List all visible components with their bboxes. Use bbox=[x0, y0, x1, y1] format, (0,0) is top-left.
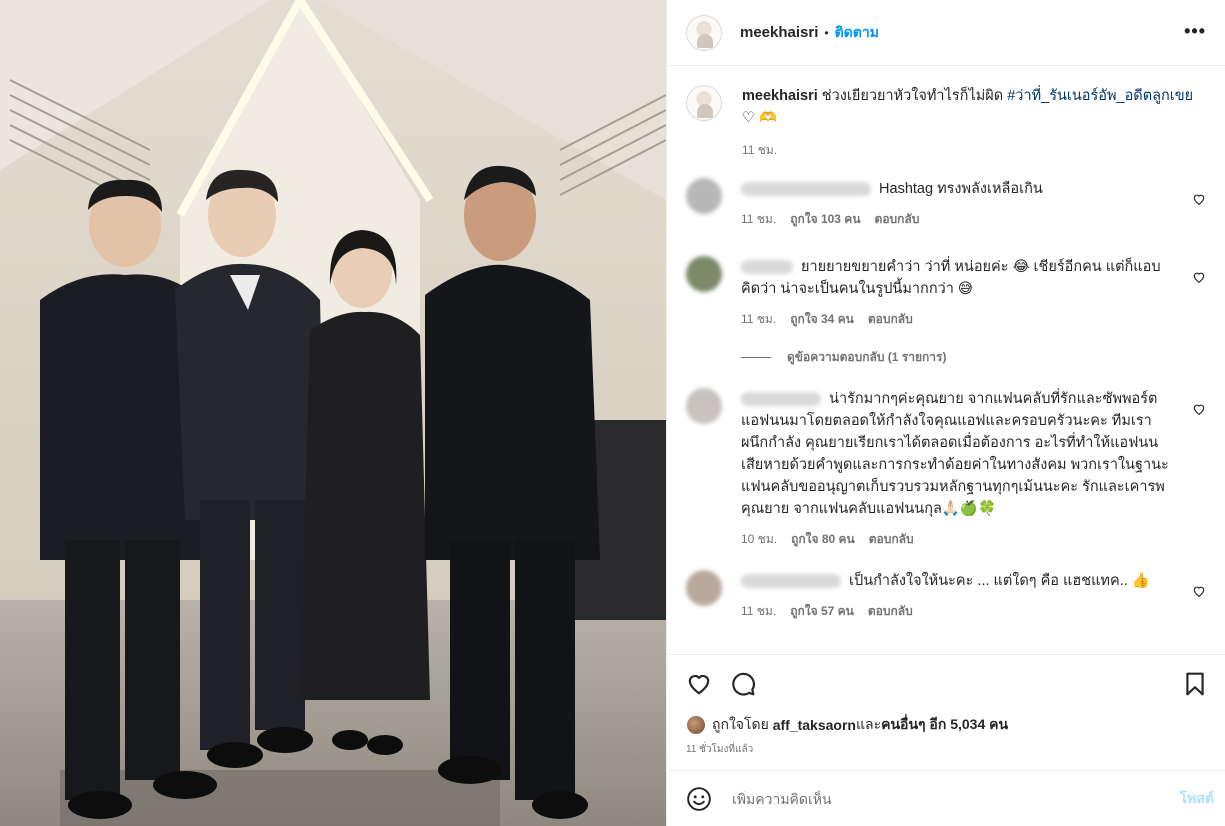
comment-meta: 11 ชม. ถูกใจ 34 คน ตอบกลับ bbox=[741, 310, 1216, 329]
replies-divider bbox=[741, 357, 771, 358]
likes-prefix: ถูกใจโดย bbox=[712, 716, 769, 732]
commenter-username-blurred[interactable] bbox=[741, 182, 871, 197]
comment-item: Hashtag ทรงพลังเหลือเกิน 11 ชม. ถูกใจ 10… bbox=[686, 178, 1216, 229]
caption-text: meekhaisri ช่วงเยียวยาหัวใจทำไรก็ไม่ผิด … bbox=[742, 85, 1206, 129]
comment-text: ยายยายขยายคำว่า ว่าที่ หน่อยค่ะ 😂 เชียร์… bbox=[741, 256, 1171, 300]
author-username[interactable]: meekhaisri bbox=[740, 24, 818, 41]
comment-body: ยายยายขยายคำว่า ว่าที่ หน่อยค่ะ 😂 เชียร์… bbox=[741, 259, 1161, 297]
commenter-avatar[interactable] bbox=[686, 178, 722, 214]
caption-avatar[interactable] bbox=[686, 85, 722, 121]
comment-text: เป็นกำลังใจให้นะคะ ... แต่ใดๆ คือ แฮชแทค… bbox=[741, 570, 1171, 592]
comment-reply-button[interactable]: ตอบกลับ bbox=[868, 310, 913, 329]
comment-text: น่ารักมากๆค่ะคุณยาย จากแฟนคลับที่รักและซ… bbox=[741, 388, 1171, 520]
post-time-ago: 11 ชั่วโมงที่แล้ว bbox=[686, 744, 754, 755]
comment-likes[interactable]: ถูกใจ 103 คน bbox=[790, 210, 860, 229]
action-bar bbox=[667, 654, 1225, 710]
comment-item: เป็นกำลังใจให้นะคะ ... แต่ใดๆ คือ แฮชแทค… bbox=[686, 570, 1216, 621]
comment-icon[interactable] bbox=[730, 671, 756, 697]
emoji-icon[interactable] bbox=[686, 786, 712, 812]
liker-avatar[interactable] bbox=[686, 715, 706, 735]
caption-time: 11 ชม. bbox=[742, 143, 778, 157]
comment-body: เป็นกำลังใจให้นะคะ ... แต่ใดๆ คือ แฮชแทค… bbox=[849, 573, 1150, 589]
commenter-username-blurred[interactable] bbox=[741, 260, 793, 275]
comment-reply-button[interactable]: ตอบกลับ bbox=[875, 210, 920, 229]
comment-reply-button[interactable]: ตอบกลับ bbox=[868, 602, 913, 621]
comment-likes[interactable]: ถูกใจ 80 คน bbox=[791, 530, 855, 549]
caption-body: ช่วงเยียวยาหัวใจทำไรก็ไม่ผิด bbox=[817, 88, 1008, 104]
view-replies-label: ดูข้อความตอบกลับ (1 รายการ) bbox=[787, 350, 947, 364]
heart-icon[interactable] bbox=[686, 671, 712, 697]
comment-meta: 11 ชม. ถูกใจ 57 คน ตอบกลับ bbox=[741, 602, 1216, 621]
post-details-panel: meekhaisri • ติดตาม ••• meekhaisri ช่วงเ… bbox=[666, 0, 1225, 826]
comments-list[interactable]: meekhaisri ช่วงเยียวยาหัวใจทำไรก็ไม่ผิด … bbox=[667, 66, 1225, 654]
post-photo[interactable] bbox=[0, 0, 666, 826]
comment-time: 11 ชม. bbox=[741, 212, 777, 226]
post-header: meekhaisri • ติดตาม ••• bbox=[667, 0, 1225, 66]
comment-likes[interactable]: ถูกใจ 57 คน bbox=[790, 602, 854, 621]
comment-meta: 11 ชม. ถูกใจ 103 คน ตอบกลับ bbox=[741, 210, 1216, 229]
comment-like-icon[interactable] bbox=[1192, 584, 1206, 598]
comment-like-icon[interactable] bbox=[1192, 402, 1206, 416]
comment-reply-button[interactable]: ตอบกลับ bbox=[869, 530, 914, 549]
comment-composer: โพสต์ bbox=[667, 770, 1225, 826]
likes-summary: ถูกใจโดย aff_taksaorn และ คนอื่นๆ อีก 5,0… bbox=[686, 714, 1008, 736]
commenter-avatar[interactable] bbox=[686, 256, 722, 292]
caption-hashtag[interactable]: #ว่าที่_รันเนอร์อัพ_อดีตลูกเขย bbox=[1007, 88, 1193, 104]
likes-middle: และ bbox=[855, 716, 882, 732]
comment-item: ยายยายขยายคำว่า ว่าที่ หน่อยค่ะ 😂 เชียร์… bbox=[686, 256, 1216, 329]
bookmark-icon[interactable] bbox=[1182, 671, 1208, 697]
comment-input[interactable] bbox=[732, 790, 1152, 807]
comment-body: Hashtag ทรงพลังเหลือเกิน bbox=[879, 181, 1043, 197]
commenter-avatar[interactable] bbox=[686, 570, 722, 606]
post-comment-button[interactable]: โพสต์ bbox=[1180, 788, 1214, 810]
comment-likes[interactable]: ถูกใจ 34 คน bbox=[790, 310, 854, 329]
comment-body: น่ารักมากๆค่ะคุณยาย จากแฟนคลับที่รักและซ… bbox=[741, 391, 1169, 517]
comment-text: Hashtag ทรงพลังเหลือเกิน bbox=[741, 178, 1171, 200]
caption-suffix: ♡ 🫶 bbox=[742, 110, 778, 126]
post-caption: meekhaisri ช่วงเยียวยาหัวใจทำไรก็ไม่ผิด … bbox=[686, 85, 1206, 160]
view-replies-button[interactable]: ดูข้อความตอบกลับ (1 รายการ) bbox=[741, 348, 946, 367]
commenter-avatar[interactable] bbox=[686, 388, 722, 424]
header-separator: • bbox=[824, 25, 829, 40]
post-photo-illustration bbox=[0, 0, 666, 826]
caption-username[interactable]: meekhaisri bbox=[742, 88, 818, 104]
comment-time: 10 ชม. bbox=[741, 532, 778, 546]
commenter-username-blurred[interactable] bbox=[741, 392, 821, 407]
comment-item: น่ารักมากๆค่ะคุณยาย จากแฟนคลับที่รักและซ… bbox=[686, 388, 1216, 549]
more-icon[interactable]: ••• bbox=[1184, 22, 1206, 40]
likes-others[interactable]: คนอื่นๆ อีก 5,034 คน bbox=[881, 714, 1008, 736]
author-avatar[interactable] bbox=[686, 14, 722, 51]
comment-like-icon[interactable] bbox=[1192, 192, 1206, 206]
comment-meta: 10 ชม. ถูกใจ 80 คน ตอบกลับ bbox=[741, 530, 1216, 549]
comment-time: 11 ชม. bbox=[741, 312, 777, 326]
comment-like-icon[interactable] bbox=[1192, 270, 1206, 284]
commenter-username-blurred[interactable] bbox=[741, 574, 841, 589]
follow-button[interactable]: ติดตาม bbox=[835, 22, 879, 44]
comment-time: 11 ชม. bbox=[741, 604, 777, 618]
liker-username[interactable]: aff_taksaorn bbox=[773, 717, 856, 733]
